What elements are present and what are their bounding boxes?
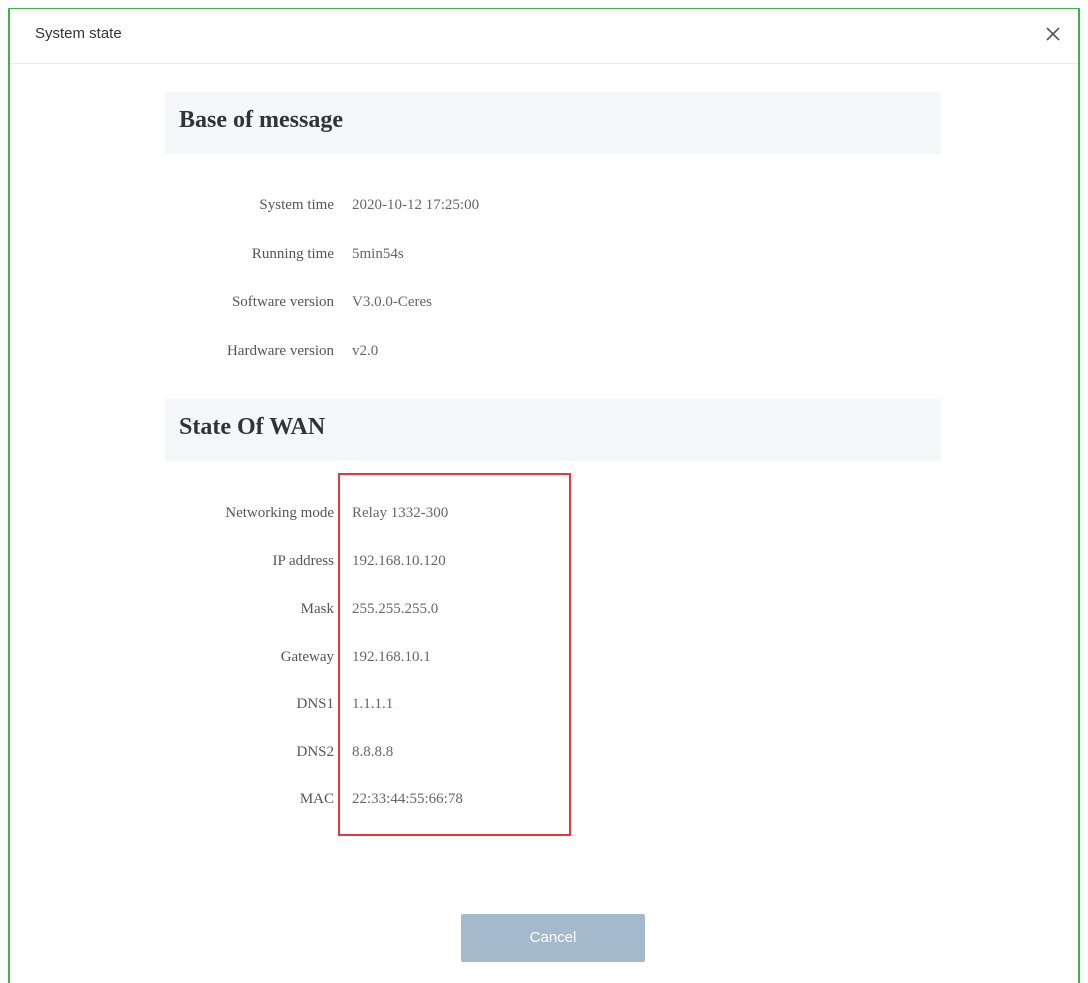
info-value: 5min54s <box>352 246 404 262</box>
highlight-box <box>338 473 571 836</box>
section-header-wan: State Of WAN <box>165 399 941 461</box>
system-state-dialog: System state Base of message System time… <box>8 8 1080 983</box>
wan-label: DNS2 <box>296 744 334 760</box>
wan-label: DNS1 <box>296 696 334 712</box>
dialog-title: System state <box>35 25 122 42</box>
dialog-header: System state <box>10 9 1078 64</box>
info-label: Hardware version <box>226 343 334 359</box>
info-value: 2020-10-12 17:25:00 <box>352 197 480 213</box>
wan-label: IP address <box>272 553 334 569</box>
info-row-software-version: Software version V3.0.0-Ceres <box>10 292 1082 316</box>
section-title-wan: State Of WAN <box>179 414 326 440</box>
wan-label: MAC <box>299 791 334 807</box>
info-label: Running time <box>251 246 334 262</box>
info-label: System time <box>259 197 334 213</box>
info-row-running-time: Running time 5min54s <box>10 244 1082 268</box>
info-value: V3.0.0-Ceres <box>352 294 432 310</box>
info-value: v2.0 <box>352 343 379 359</box>
info-row-system-time: System time 2020-10-12 17:25:00 <box>10 195 1082 219</box>
wan-label: Networking mode <box>225 505 334 521</box>
close-button[interactable] <box>1040 21 1066 47</box>
section-title-base: Base of message <box>179 107 343 133</box>
cancel-button[interactable]: Cancel <box>461 914 645 962</box>
close-icon <box>1046 27 1060 41</box>
wan-label: Mask <box>300 601 334 617</box>
info-row-hardware-version: Hardware version v2.0 <box>10 341 1082 365</box>
wan-label: Gateway <box>280 649 334 665</box>
section-header-base: Base of message <box>165 92 941 154</box>
info-label: Software version <box>231 294 334 310</box>
